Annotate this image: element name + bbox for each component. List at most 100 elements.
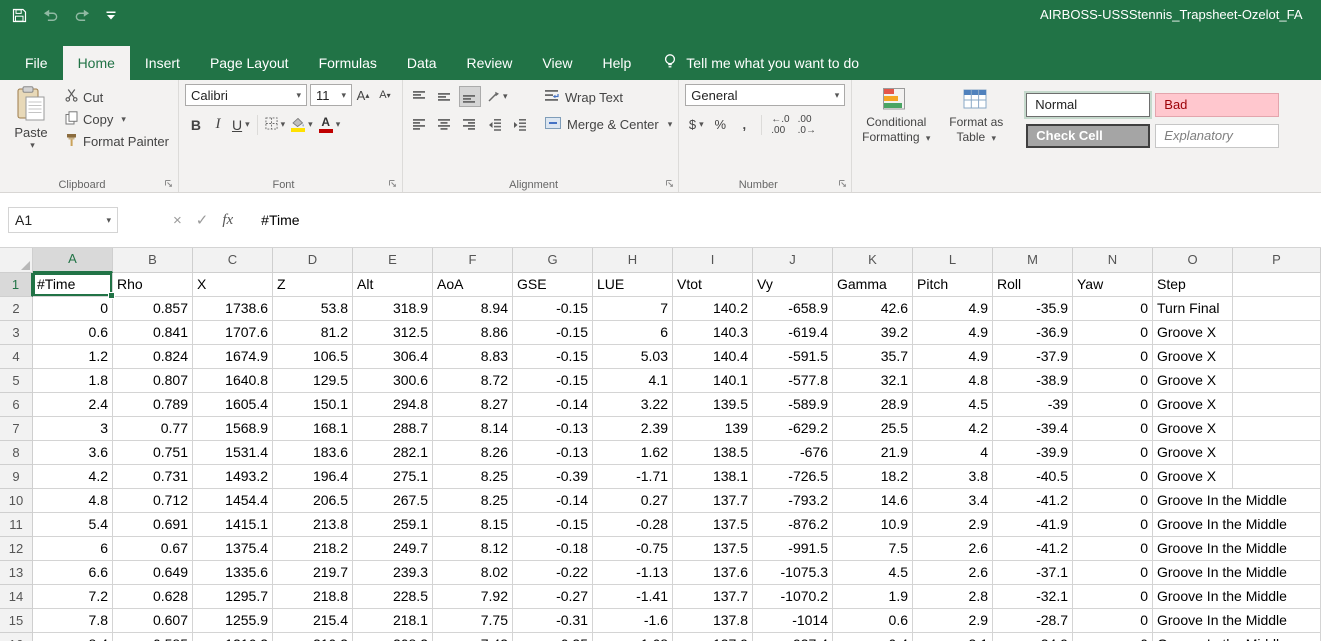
cell-D12[interactable]: 218.2 — [273, 537, 353, 561]
cell-D7[interactable]: 168.1 — [273, 417, 353, 441]
row-header-14[interactable]: 14 — [0, 585, 33, 609]
column-header-C[interactable]: C — [193, 248, 273, 273]
cell-M12[interactable]: -41.2 — [993, 537, 1073, 561]
cell-C14[interactable]: 1295.7 — [193, 585, 273, 609]
cell-D11[interactable]: 213.8 — [273, 513, 353, 537]
bold-button[interactable]: B — [185, 114, 207, 135]
cell-H2[interactable]: 7 — [593, 297, 673, 321]
cell-E2[interactable]: 318.9 — [353, 297, 433, 321]
cell-C4[interactable]: 1674.9 — [193, 345, 273, 369]
cell-N16[interactable]: 0 — [1073, 633, 1153, 641]
decrease-decimal-button[interactable]: .00.0→ — [795, 114, 819, 135]
row-header-4[interactable]: 4 — [0, 345, 33, 369]
cell-M5[interactable]: -38.9 — [993, 369, 1073, 393]
cell-O15[interactable]: Groove In the Middle — [1153, 609, 1321, 633]
cell-A4[interactable]: 1.2 — [33, 345, 113, 369]
cell-G2[interactable]: -0.15 — [513, 297, 593, 321]
cell-L3[interactable]: 4.9 — [913, 321, 993, 345]
row-header-11[interactable]: 11 — [0, 513, 33, 537]
cell-K4[interactable]: 35.7 — [833, 345, 913, 369]
cell-C10[interactable]: 1454.4 — [193, 489, 273, 513]
cell-G16[interactable]: -0.35 — [513, 633, 593, 641]
cell-G11[interactable]: -0.15 — [513, 513, 593, 537]
cell-C16[interactable]: 1216.2 — [193, 633, 273, 641]
cell-G10[interactable]: -0.14 — [513, 489, 593, 513]
cell-K3[interactable]: 39.2 — [833, 321, 913, 345]
cell-K12[interactable]: 7.5 — [833, 537, 913, 561]
cell-O1[interactable]: Step — [1153, 273, 1233, 297]
cell-H11[interactable]: -0.28 — [593, 513, 673, 537]
cell-K13[interactable]: 4.5 — [833, 561, 913, 585]
row-header-7[interactable]: 7 — [0, 417, 33, 441]
cell-N14[interactable]: 0 — [1073, 585, 1153, 609]
cell-A10[interactable]: 4.8 — [33, 489, 113, 513]
cell-E16[interactable]: 208.2 — [353, 633, 433, 641]
cell-M16[interactable]: -24.9 — [993, 633, 1073, 641]
cell-I16[interactable]: 137.9 — [673, 633, 753, 641]
cell-E6[interactable]: 294.8 — [353, 393, 433, 417]
cell-J4[interactable]: -591.5 — [753, 345, 833, 369]
cell-B15[interactable]: 0.607 — [113, 609, 193, 633]
paste-button[interactable]: Paste ▾ — [6, 84, 56, 152]
borders-button[interactable]: ▾ — [262, 114, 289, 135]
column-header-H[interactable]: H — [593, 248, 673, 273]
row-header-1[interactable]: 1 — [0, 273, 33, 297]
cell-A1[interactable]: #Time — [33, 273, 113, 297]
cell-D8[interactable]: 183.6 — [273, 441, 353, 465]
cell-D10[interactable]: 206.5 — [273, 489, 353, 513]
cell-M6[interactable]: -39 — [993, 393, 1073, 417]
cell-P1[interactable] — [1233, 273, 1321, 297]
cell-B8[interactable]: 0.751 — [113, 441, 193, 465]
cell-I1[interactable]: Vtot — [673, 273, 753, 297]
cell-E7[interactable]: 288.7 — [353, 417, 433, 441]
cell-E3[interactable]: 312.5 — [353, 321, 433, 345]
cell-H14[interactable]: -1.41 — [593, 585, 673, 609]
font-size-select[interactable]: 11 ▾ — [310, 84, 352, 106]
cell-K2[interactable]: 42.6 — [833, 297, 913, 321]
cell-B4[interactable]: 0.824 — [113, 345, 193, 369]
cell-F12[interactable]: 8.12 — [433, 537, 513, 561]
cell-B3[interactable]: 0.841 — [113, 321, 193, 345]
font-name-select[interactable]: Calibri ▾ — [185, 84, 307, 106]
cell-B2[interactable]: 0.857 — [113, 297, 193, 321]
cell-style-normal[interactable]: Normal — [1026, 93, 1150, 117]
cell-J15[interactable]: -1014 — [753, 609, 833, 633]
cell-N1[interactable]: Yaw — [1073, 273, 1153, 297]
cell-L5[interactable]: 4.8 — [913, 369, 993, 393]
cell-N3[interactable]: 0 — [1073, 321, 1153, 345]
cell-C6[interactable]: 1605.4 — [193, 393, 273, 417]
cell-G15[interactable]: -0.31 — [513, 609, 593, 633]
cell-C11[interactable]: 1415.1 — [193, 513, 273, 537]
cell-N4[interactable]: 0 — [1073, 345, 1153, 369]
cell-D9[interactable]: 196.4 — [273, 465, 353, 489]
cell-B16[interactable]: 0.585 — [113, 633, 193, 641]
cell-P9[interactable] — [1233, 465, 1321, 489]
cell-K1[interactable]: Gamma — [833, 273, 913, 297]
column-header-A[interactable]: A — [33, 248, 113, 273]
cell-P4[interactable] — [1233, 345, 1321, 369]
cell-E8[interactable]: 282.1 — [353, 441, 433, 465]
font-dialog-launcher-icon[interactable] — [387, 177, 399, 189]
number-dialog-launcher-icon[interactable] — [836, 177, 848, 189]
cell-E9[interactable]: 275.1 — [353, 465, 433, 489]
cell-O10[interactable]: Groove In the Middle — [1153, 489, 1321, 513]
italic-button[interactable]: I — [207, 114, 229, 135]
select-all-corner[interactable] — [0, 248, 33, 273]
row-header-3[interactable]: 3 — [0, 321, 33, 345]
formula-input[interactable]: #Time — [261, 212, 1321, 228]
cell-A3[interactable]: 0.6 — [33, 321, 113, 345]
cell-C9[interactable]: 1493.2 — [193, 465, 273, 489]
cell-L1[interactable]: Pitch — [913, 273, 993, 297]
customize-quick-access-icon[interactable] — [106, 11, 116, 20]
cell-C2[interactable]: 1738.6 — [193, 297, 273, 321]
cell-D13[interactable]: 219.7 — [273, 561, 353, 585]
cell-N2[interactable]: 0 — [1073, 297, 1153, 321]
bottom-align-button[interactable] — [459, 86, 481, 107]
cell-L11[interactable]: 2.9 — [913, 513, 993, 537]
cell-H9[interactable]: -1.71 — [593, 465, 673, 489]
cell-B14[interactable]: 0.628 — [113, 585, 193, 609]
cell-H1[interactable]: LUE — [593, 273, 673, 297]
cell-F6[interactable]: 8.27 — [433, 393, 513, 417]
cell-J6[interactable]: -589.9 — [753, 393, 833, 417]
cell-P3[interactable] — [1233, 321, 1321, 345]
